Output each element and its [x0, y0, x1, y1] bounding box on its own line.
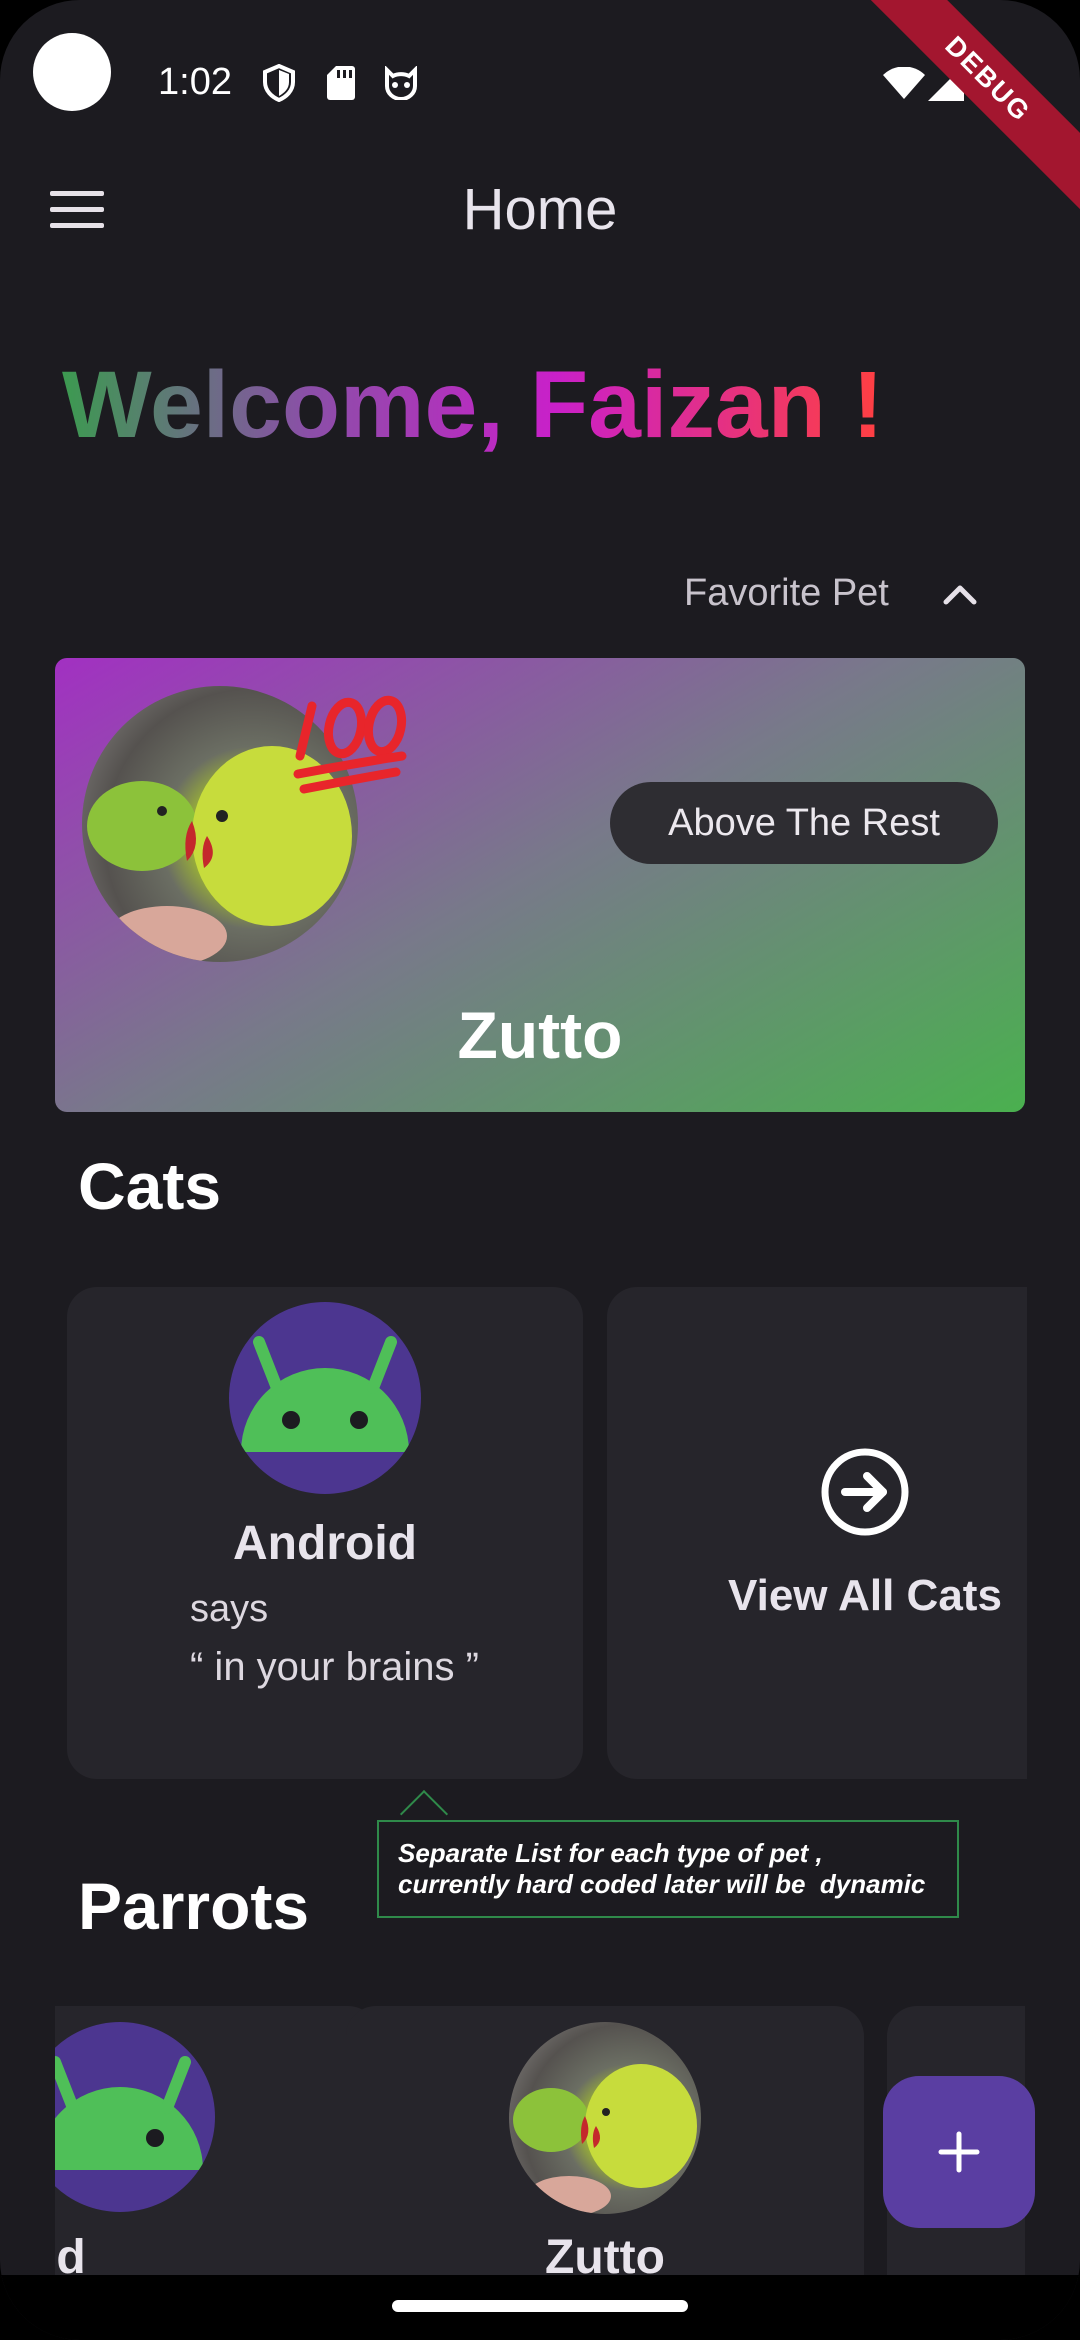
page-title: Home: [462, 177, 618, 242]
tooltip-line-1: Separate List for each type of pet ,: [398, 1838, 823, 1868]
view-all-cats-label: View All Cats: [728, 1571, 1002, 1620]
shield-icon: [262, 64, 296, 102]
wifi-icon: [882, 64, 926, 102]
parrots-heading: Parrots: [78, 1869, 310, 1943]
arrow-right-circle-icon: [819, 1446, 911, 1538]
favorite-pet-label[interactable]: Favorite Pet: [684, 568, 889, 618]
add-pet-button[interactable]: [883, 2076, 1035, 2228]
plus-icon: [938, 2131, 980, 2173]
pet-photo: [509, 2022, 701, 2214]
above-the-rest-chip[interactable]: Above The Rest: [610, 782, 998, 864]
android-icon: [229, 1302, 421, 1494]
cat-face-icon: [382, 64, 420, 102]
hundred-emoji-icon: [290, 686, 410, 801]
tooltip: Separate List for each type of pet , cur…: [377, 1820, 959, 1918]
chevron-up-icon[interactable]: [938, 578, 982, 608]
welcome-heading: Welcome, Faizan !: [62, 352, 884, 458]
cats-heading: Cats: [78, 1149, 222, 1223]
parrot-name: roid: [55, 2231, 86, 2278]
status-time: 1:02: [158, 61, 232, 103]
camera-cutout: [33, 33, 111, 111]
tooltip-line-2: currently hard coded later will be dynam…: [398, 1869, 926, 1899]
app-screen: 1:02 DEBUG Home Welcome, Faizan ! Favori…: [0, 0, 1080, 2340]
parrot-name: Zutto: [545, 2231, 665, 2278]
favorite-pet-name: Zutto: [457, 998, 623, 1072]
sd-card-icon: [326, 64, 356, 102]
says-label: says: [190, 1588, 269, 1630]
cat-quote: “ in your brains ”: [190, 1645, 479, 1689]
view-all-cats-card[interactable]: [607, 1287, 1027, 1779]
home-gesture-handle[interactable]: [392, 2300, 688, 2312]
cat-name: Android: [233, 1517, 417, 1570]
parrots-list[interactable]: roid Zutto: [55, 2006, 1025, 2278]
